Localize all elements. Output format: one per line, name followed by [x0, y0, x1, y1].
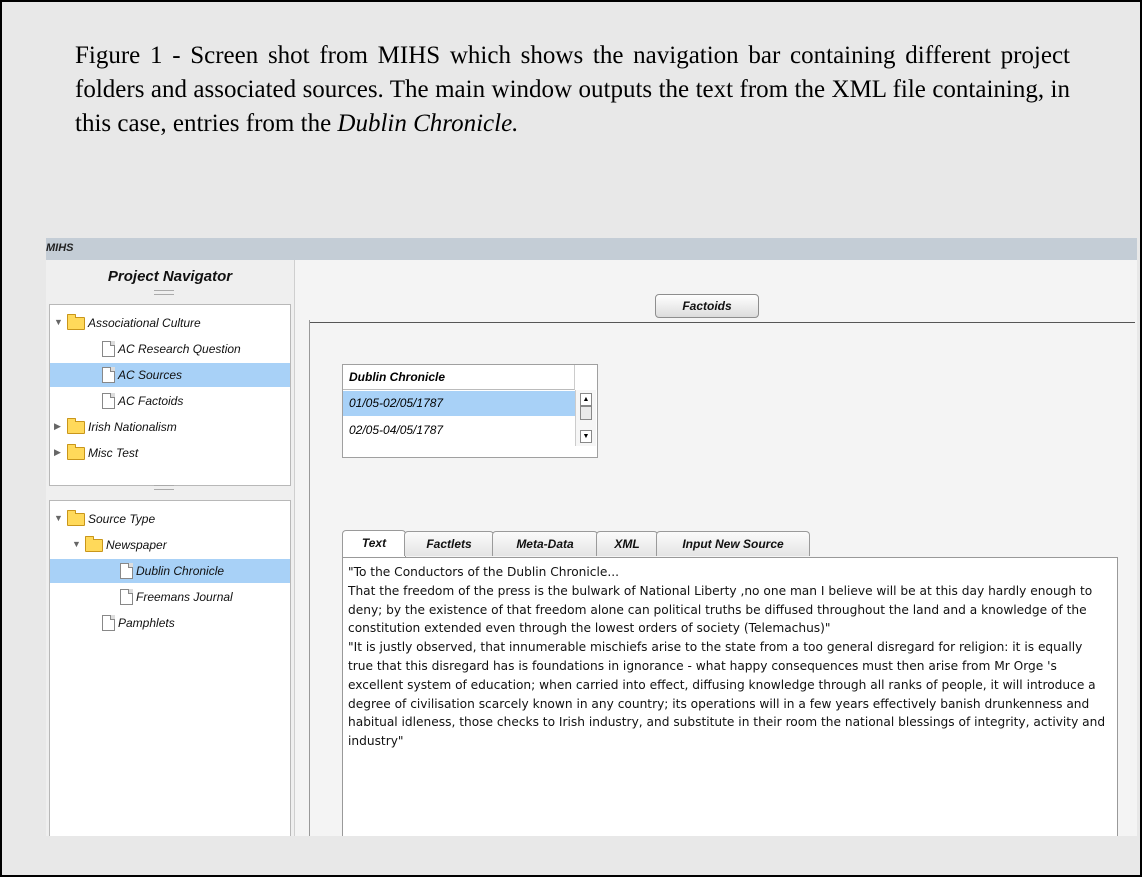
tree-item[interactable]: Dublin Chronicle: [50, 559, 290, 583]
tree-item-label: Source Type: [88, 512, 156, 526]
tree-item-label: Dublin Chronicle: [136, 564, 225, 578]
expand-arrow-icon[interactable]: ▼: [72, 539, 81, 549]
project-navigator-panel: Project Navigator ▼ Associational Culture…: [46, 260, 295, 836]
scrollbar[interactable]: ▲ ▼: [575, 390, 596, 446]
factoids-button[interactable]: Factoids: [655, 294, 759, 318]
list-header: Dublin Chronicle: [343, 365, 575, 390]
tab-meta-data[interactable]: Meta-Data: [492, 531, 598, 556]
folder-icon: [67, 444, 85, 460]
document-icon: [120, 589, 133, 605]
tree-item[interactable]: Pamphlets: [50, 611, 290, 635]
tree-item-label: Pamphlets: [118, 616, 175, 630]
caption-italic-text: Dublin Chronicle.: [337, 110, 519, 137]
list-item[interactable]: 02/05-04/05/1787: [343, 418, 575, 443]
document-icon: [120, 563, 133, 579]
folder-icon: [85, 536, 103, 552]
collapse-arrow-icon[interactable]: ▶: [54, 421, 61, 432]
tree-item[interactable]: AC Factoids: [50, 389, 290, 413]
figure-caption: Figure 1 - Screen shot from MIHS which s…: [75, 39, 1070, 141]
document-icon: [102, 615, 115, 631]
splitter-grip[interactable]: [154, 485, 174, 490]
tree-item-label: AC Sources: [118, 368, 183, 382]
app-title: MIHS: [46, 242, 74, 254]
source-entries-list: Dublin Chronicle 01/05-02/05/1787 02/05-0…: [342, 364, 598, 458]
folder-icon: [67, 314, 85, 330]
document-icon: [102, 367, 115, 383]
folder-icon: [67, 418, 85, 434]
source-text-area[interactable]: "To the Conductors of the Dublin Chronic…: [342, 557, 1118, 836]
title-bar: MIHS: [46, 238, 1137, 260]
tree-item[interactable]: ▼ Source Type: [50, 507, 290, 531]
tree-item-label: Associational Culture: [88, 316, 201, 330]
app-window: MIHS Project Navigator ▼ Associational Cu…: [46, 238, 1137, 836]
source-text: "To the Conductors of the Dublin Chronic…: [348, 565, 1106, 749]
tree-item[interactable]: Freemans Journal: [50, 585, 290, 609]
tree-item-label: Freemans Journal: [136, 590, 233, 604]
tree-item[interactable]: ▼ Associational Culture: [50, 311, 290, 335]
tree-item[interactable]: ▼ Newspaper: [50, 533, 290, 557]
tree-item[interactable]: ▶ Misc Test: [50, 441, 290, 465]
collapse-arrow-icon[interactable]: ▶: [54, 447, 61, 458]
scroll-up-icon[interactable]: ▲: [580, 393, 592, 406]
tree-item-label: AC Research Question: [118, 342, 241, 356]
tab-xml[interactable]: XML: [596, 531, 658, 556]
splitter-grip[interactable]: [154, 290, 174, 295]
scroll-thumb[interactable]: [580, 406, 592, 420]
divider: [309, 320, 310, 836]
figure-frame: Figure 1 - Screen shot from MIHS which s…: [0, 0, 1142, 877]
folder-icon: [67, 510, 85, 526]
list-item[interactable]: 01/05-02/05/1787: [343, 391, 575, 416]
tree-item-label: Misc Test: [88, 446, 139, 460]
tab-factlets[interactable]: Factlets: [404, 531, 494, 556]
tree-item-label: AC Factoids: [118, 394, 184, 408]
tab-input-new-source[interactable]: Input New Source: [656, 531, 810, 556]
tree-item[interactable]: AC Research Question: [50, 337, 290, 361]
tree-item-label: Irish Nationalism: [88, 420, 177, 434]
divider: [309, 322, 1135, 323]
tree-item-label: Newspaper: [106, 538, 167, 552]
tree-item[interactable]: AC Sources: [50, 363, 290, 387]
main-panel: Factoids Dublin Chronicle 01/05-02/05/17…: [295, 260, 1137, 836]
expand-arrow-icon[interactable]: ▼: [54, 513, 63, 523]
tab-text[interactable]: Text: [342, 530, 406, 557]
source-type-tree: ▼ Source Type ▼ Newspaper Dublin Chronicle Fr…: [49, 500, 291, 836]
document-icon: [102, 393, 115, 409]
scroll-down-icon[interactable]: ▼: [580, 430, 592, 443]
document-icon: [102, 341, 115, 357]
navigator-title: Project Navigator: [107, 268, 233, 285]
project-tree: ▼ Associational Culture AC Research Questi…: [49, 304, 291, 486]
caption-text: Figure 1 - Screen shot from MIHS which s…: [75, 42, 1070, 137]
tree-item[interactable]: ▶ Irish Nationalism: [50, 415, 290, 439]
expand-arrow-icon[interactable]: ▼: [54, 317, 63, 327]
